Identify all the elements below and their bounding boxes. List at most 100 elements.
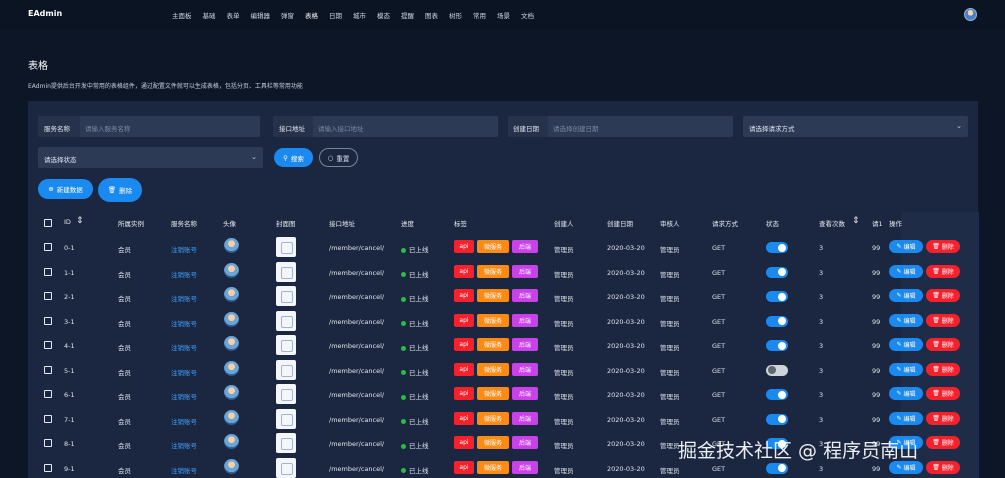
- nav-item-date[interactable]: 日期: [329, 10, 342, 20]
- image-placeholder-icon[interactable]: [276, 408, 296, 429]
- cell-service-link[interactable]: 注销账号: [171, 342, 197, 352]
- nav-item-basic[interactable]: 基础: [203, 10, 216, 20]
- delete-button[interactable]: 🗑 删除: [926, 313, 960, 327]
- batch-delete-button[interactable]: 🗑 删除: [98, 178, 142, 202]
- delete-button[interactable]: 🗑 删除: [926, 387, 960, 400]
- image-placeholder-icon[interactable]: [276, 433, 296, 453]
- edit-button[interactable]: ✎ 编辑: [889, 362, 923, 376]
- delete-button[interactable]: 🗑 删除: [926, 362, 960, 376]
- status-toggle[interactable]: [766, 413, 788, 425]
- header-views[interactable]: 查看次数: [819, 218, 845, 228]
- add-data-button[interactable]: ⊕ 新建数据: [38, 179, 93, 199]
- nav-item-table[interactable]: 表格: [305, 10, 318, 20]
- header-reviewer: 审核人: [660, 220, 680, 228]
- status-toggle[interactable]: [766, 291, 788, 302]
- edit-button[interactable]: ✎ 编辑: [889, 264, 923, 278]
- batch-delete-label: 删除: [119, 187, 133, 195]
- api-address-input[interactable]: 请输入接口地址: [313, 116, 498, 137]
- status-toggle[interactable]: [766, 364, 788, 376]
- edit-button[interactable]: ✎ 编辑: [889, 387, 923, 400]
- image-placeholder-icon[interactable]: [276, 310, 296, 331]
- status-toggle[interactable]: [766, 389, 788, 400]
- nav-item-docs[interactable]: 文档: [521, 10, 534, 20]
- edit-button[interactable]: ✎ 编辑: [889, 338, 923, 351]
- reset-button[interactable]: ○ 重置: [319, 148, 358, 167]
- header-cover: 封面图: [276, 220, 296, 228]
- cell-service-link[interactable]: 注销账号: [171, 244, 197, 254]
- search-button[interactable]: ⚲ 搜索: [274, 148, 313, 167]
- edit-button[interactable]: ✎ 编辑: [889, 289, 923, 302]
- delete-button[interactable]: 🗑 删除: [926, 436, 960, 449]
- cell-service-link[interactable]: 注销账号: [171, 293, 197, 303]
- nav-item-popup[interactable]: 弹窗: [281, 10, 294, 20]
- tag-microservice: 微服务: [477, 362, 509, 376]
- delete-button[interactable]: 🗑 删除: [926, 411, 960, 425]
- delete-button[interactable]: 🗑 删除: [926, 289, 960, 302]
- sort-icon[interactable]: ⇕: [76, 216, 84, 226]
- image-placeholder-icon[interactable]: [276, 384, 296, 404]
- status-dot-icon: [401, 370, 406, 375]
- cell-created: 2020-03-20: [607, 342, 645, 350]
- status-select[interactable]: 请选择状态 ⌄: [38, 147, 263, 168]
- row-checkbox[interactable]: [44, 390, 52, 398]
- header-id[interactable]: ID: [64, 218, 71, 226]
- image-placeholder-icon[interactable]: [276, 457, 296, 478]
- cell-progress: 已上线: [401, 391, 429, 401]
- nav-item-editor[interactable]: 编辑器: [251, 10, 271, 20]
- row-checkbox[interactable]: [44, 439, 52, 447]
- nav-item-remind[interactable]: 提醒: [401, 10, 414, 20]
- status-toggle[interactable]: [766, 315, 788, 327]
- created-date-input[interactable]: 请选择创建日期: [548, 116, 733, 137]
- row-checkbox[interactable]: [44, 365, 52, 374]
- row-checkbox[interactable]: [44, 414, 52, 423]
- request-method-select[interactable]: 请选择请求方式 ⌄: [743, 116, 968, 137]
- delete-button[interactable]: 🗑 删除: [926, 240, 960, 253]
- image-placeholder-icon[interactable]: [276, 261, 296, 282]
- edit-button[interactable]: ✎ 编辑: [889, 313, 923, 327]
- nav-item-scene[interactable]: 场景: [497, 10, 510, 20]
- row-checkbox[interactable]: [44, 316, 52, 325]
- cell-service-link[interactable]: 注销账号: [171, 416, 197, 426]
- edit-button[interactable]: ✎ 编辑: [889, 240, 923, 253]
- delete-button[interactable]: 🗑 删除: [926, 264, 960, 278]
- plus-icon: ⊕: [48, 185, 54, 193]
- nav-item-common[interactable]: 常用: [473, 10, 486, 20]
- toggle-knob: [778, 390, 786, 399]
- status-toggle[interactable]: [766, 242, 788, 253]
- status-toggle[interactable]: [766, 462, 788, 474]
- nav-item-tree[interactable]: 树形: [449, 10, 462, 20]
- cell-creator: 管理员: [554, 295, 574, 303]
- cell-service-link[interactable]: 注销账号: [171, 391, 197, 401]
- delete-button[interactable]: 🗑 删除: [926, 338, 960, 351]
- row-checkbox[interactable]: [44, 341, 52, 349]
- row-checkbox[interactable]: [44, 267, 52, 276]
- image-placeholder-icon[interactable]: [276, 286, 296, 306]
- status-toggle[interactable]: [766, 340, 788, 351]
- user-avatar-icon[interactable]: [964, 8, 977, 21]
- sort-icon[interactable]: ⇕: [852, 216, 860, 226]
- row-checkbox[interactable]: [44, 243, 52, 251]
- image-placeholder-icon[interactable]: [276, 335, 296, 355]
- image-placeholder-icon[interactable]: [276, 359, 296, 380]
- service-name-input[interactable]: 请输入服务名称: [80, 116, 260, 137]
- row-checkbox[interactable]: [44, 463, 52, 472]
- table-row: 7-1 会员 注销账号 /member/cancel/ 已上线 api 微服务 …: [38, 407, 968, 432]
- nav-item-chart[interactable]: 图表: [425, 10, 438, 20]
- cell-service-link[interactable]: 注销账号: [171, 269, 197, 279]
- app-logo[interactable]: EAdmin: [28, 9, 62, 18]
- cell-service-link[interactable]: 注销账号: [171, 465, 197, 475]
- nav-item-city[interactable]: 城市: [353, 10, 366, 20]
- delete-button[interactable]: 🗑 删除: [926, 460, 960, 474]
- nav-item-form[interactable]: 表单: [227, 10, 240, 20]
- cell-instance: 会员: [118, 417, 131, 426]
- edit-button[interactable]: ✎ 编辑: [889, 411, 923, 425]
- nav-item-modal[interactable]: 模态: [377, 10, 390, 20]
- nav-item-dashboard[interactable]: 主面板: [172, 10, 192, 20]
- image-placeholder-icon[interactable]: [276, 237, 296, 257]
- status-toggle[interactable]: [766, 266, 788, 278]
- cell-service-link[interactable]: 注销账号: [171, 318, 197, 328]
- cell-service-link[interactable]: 注销账号: [171, 367, 197, 377]
- cell-service-link[interactable]: 注销账号: [171, 440, 197, 450]
- select-all-checkbox[interactable]: [44, 219, 52, 227]
- row-checkbox[interactable]: [44, 292, 52, 300]
